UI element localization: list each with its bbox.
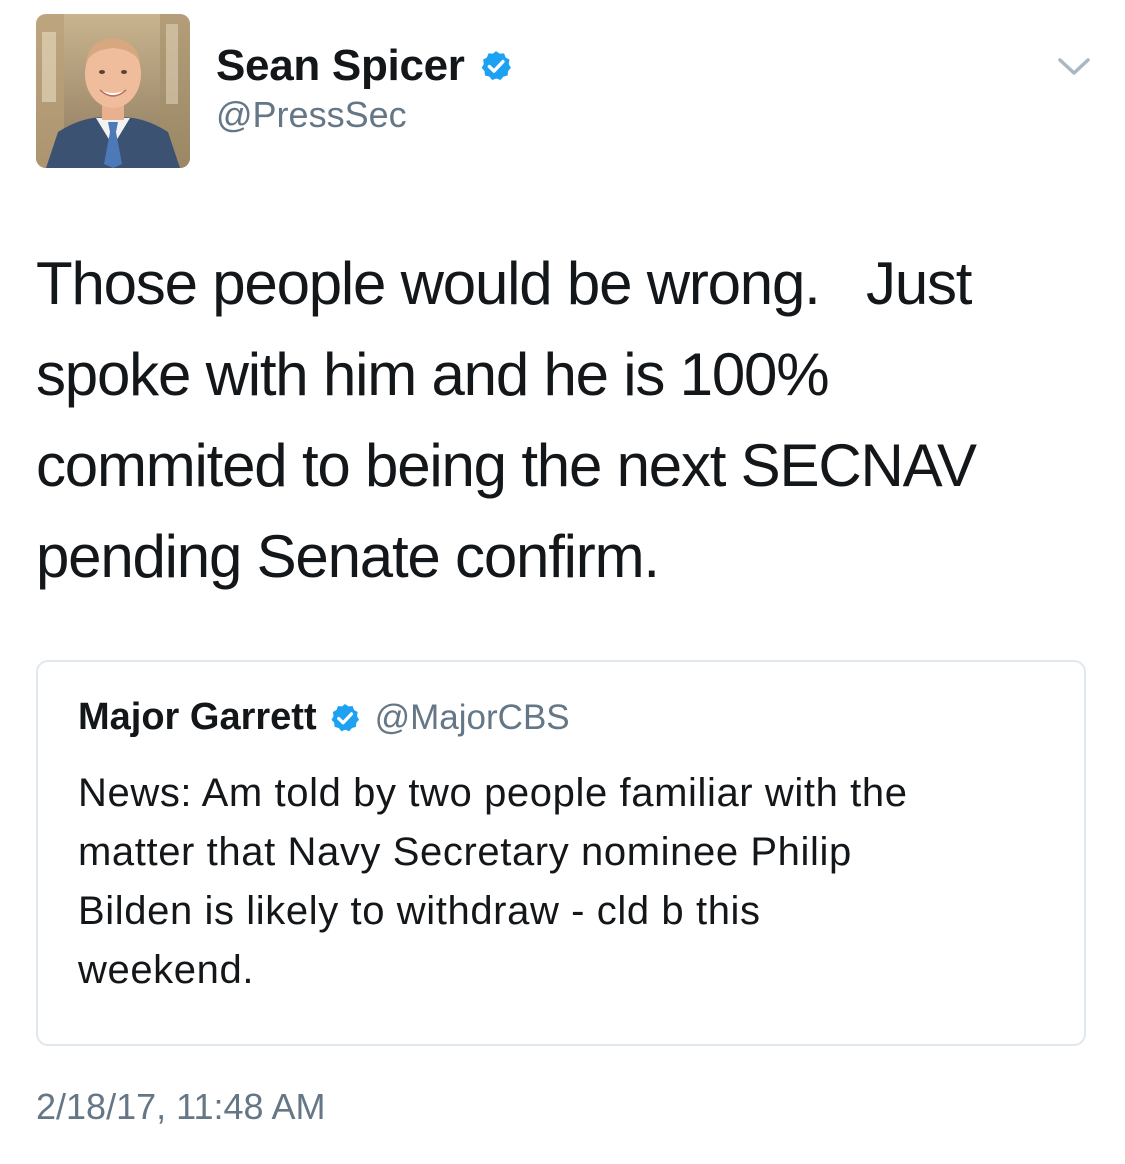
verified-badge-icon — [329, 702, 361, 734]
avatar[interactable] — [36, 14, 190, 168]
tweet-text: Those people would be wrong. Just spoke … — [36, 250, 977, 590]
author-name[interactable]: Sean Spicer — [216, 41, 465, 91]
quoted-author-handle: @MajorCBS — [374, 697, 570, 737]
verified-badge-icon — [479, 49, 513, 83]
author-handle[interactable]: @PressSec — [216, 94, 407, 136]
avatar-image — [36, 14, 190, 168]
quoted-tweet-card[interactable]: Major Garrett @MajorCBS News: Am told by… — [36, 660, 1086, 1046]
tweet-container: Sean Spicer @PressSec Those people would… — [0, 0, 1125, 1164]
chevron-down-icon[interactable] — [1056, 54, 1092, 80]
author-name-row[interactable]: Sean Spicer — [216, 38, 513, 94]
quoted-author-name: Major Garrett — [78, 696, 317, 738]
quoted-tweet-header: Major Garrett @MajorCBS — [78, 696, 570, 739]
quoted-tweet-text: News: Am told by two people familiar wit… — [78, 771, 908, 992]
tweet-timestamp[interactable]: 2/18/17, 11:48 AM — [36, 1086, 326, 1128]
